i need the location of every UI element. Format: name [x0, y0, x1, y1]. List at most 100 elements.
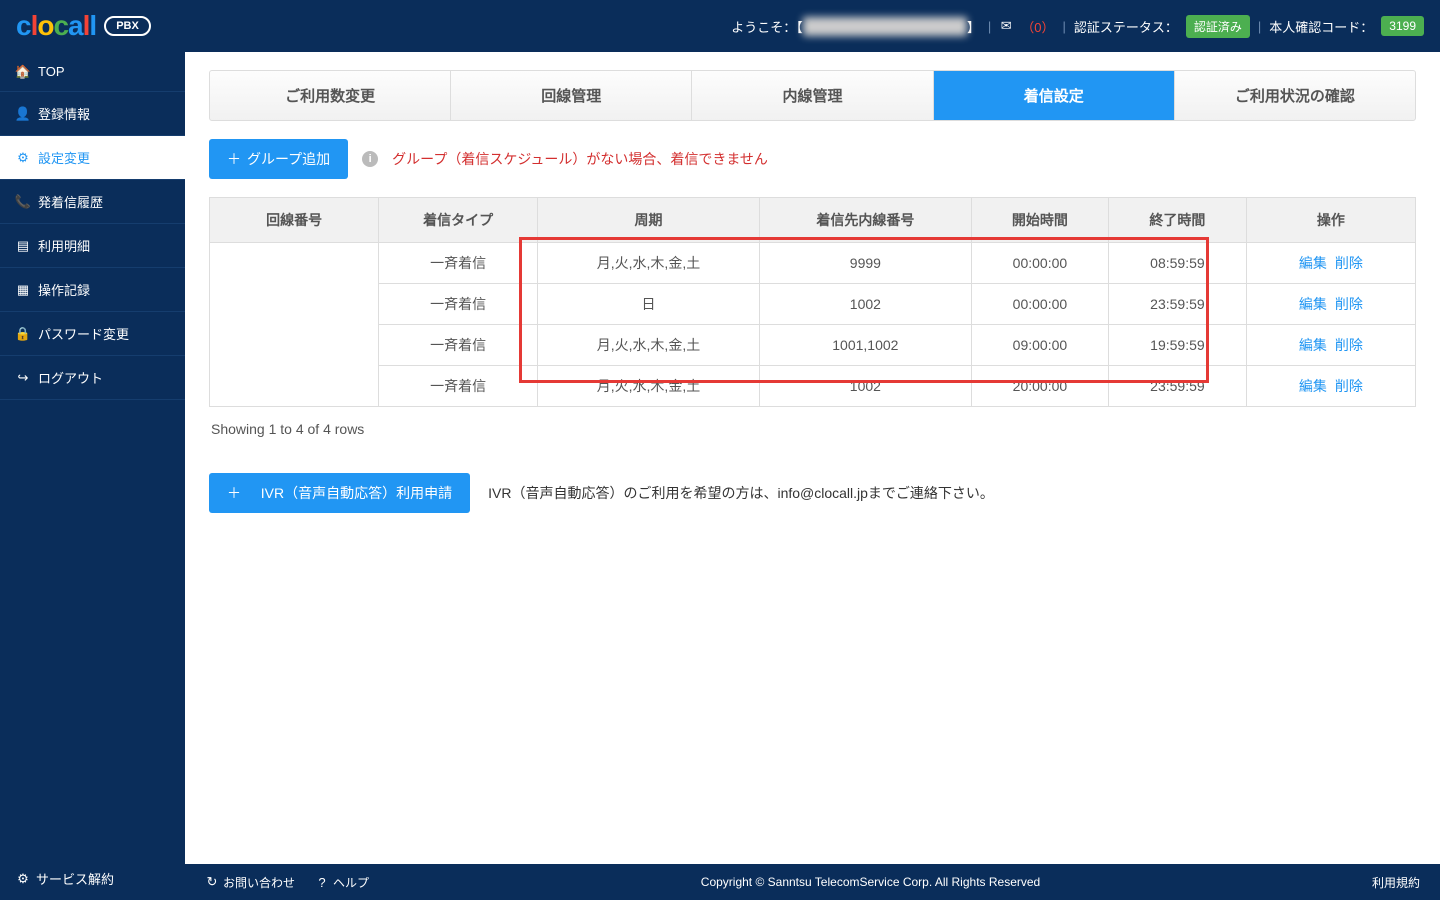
help-icon: ?: [315, 875, 329, 889]
cell-ext: 1001,1002: [760, 325, 972, 366]
th-action: 操作: [1246, 198, 1415, 243]
pbx-badge: PBX: [104, 16, 151, 36]
nav-service-cancel[interactable]: ⚙ サービス解約: [0, 857, 185, 900]
tab-incoming-settings[interactable]: 着信設定: [934, 71, 1175, 120]
home-icon: 🏠: [16, 65, 30, 79]
nav-label: TOP: [38, 64, 65, 79]
th-ext: 着信先内線番号: [760, 198, 972, 243]
edit-link[interactable]: 編集: [1299, 296, 1327, 312]
identity-code-badge: 3199: [1381, 16, 1424, 36]
warning-text: グループ（着信スケジュール）がない場合、着信できません: [392, 149, 768, 169]
pager-text: Showing 1 to 4 of 4 rows: [211, 421, 1414, 437]
cell-start: 09:00:00: [971, 325, 1109, 366]
tab-usage-status[interactable]: ご利用状況の確認: [1175, 71, 1415, 120]
cell-ext: 1002: [760, 366, 972, 407]
identity-label: 本人確認コード：: [1269, 17, 1373, 36]
list-icon: ▤: [16, 239, 30, 253]
cell-end: 23:59:59: [1109, 284, 1247, 325]
cell-end: 23:59:59: [1109, 366, 1247, 407]
delete-link[interactable]: 削除: [1335, 337, 1363, 353]
cell-type: 一斉着信: [379, 325, 538, 366]
footer-terms-link[interactable]: 利用規約: [1372, 874, 1420, 891]
phone-icon: 📞: [16, 195, 30, 209]
cell-type: 一斉着信: [379, 243, 538, 284]
delete-link[interactable]: 削除: [1335, 296, 1363, 312]
table-row: 一斉着信月,火,水,木,金,土100220:00:0023:59:59編集削除: [210, 366, 1416, 407]
nav-usage-detail[interactable]: ▤ 利用明細: [0, 224, 185, 268]
nav-label: ログアウト: [38, 368, 103, 387]
cell-actions: 編集削除: [1246, 284, 1415, 325]
delete-link[interactable]: 削除: [1335, 378, 1363, 394]
logout-icon: ↪: [16, 371, 30, 385]
footer-contact-link[interactable]: ↻ お問い合わせ: [205, 874, 295, 891]
nav-top[interactable]: 🏠 TOP: [0, 52, 185, 92]
cell-end: 19:59:59: [1109, 325, 1247, 366]
welcome-label: ようこそ：【 】: [731, 17, 980, 36]
nav-call-history[interactable]: 📞 発着信履歴: [0, 180, 185, 224]
auth-status-label: 認証ステータス：: [1074, 17, 1178, 36]
cell-line-number: [210, 243, 379, 407]
nav-label: パスワード変更: [38, 324, 129, 343]
cell-start: 00:00:00: [971, 284, 1109, 325]
cell-end: 08:59:59: [1109, 243, 1247, 284]
tab-usage-change[interactable]: ご利用数変更: [210, 71, 451, 120]
nav-settings-change[interactable]: ⚙設定変更: [0, 136, 185, 180]
nav-label: 発着信履歴: [38, 192, 103, 211]
footer: ↻お問い合わせ ?ヘルプ Copyright © Sanntsu Telecom…: [185, 864, 1440, 900]
cell-start: 00:00:00: [971, 243, 1109, 284]
nav-label: 操作記録: [38, 280, 90, 299]
nav-register-info[interactable]: 👤 登録情報: [0, 92, 185, 136]
ivr-apply-button[interactable]: ＋ IVR（音声自動応答）利用申請: [209, 473, 470, 513]
nav-password-change[interactable]: 🔒 パスワード変更: [0, 312, 185, 356]
refresh-icon: ↻: [205, 875, 219, 889]
th-end: 終了時間: [1109, 198, 1247, 243]
cell-actions: 編集削除: [1246, 366, 1415, 407]
cell-cycle: 月,火,水,木,金,土: [537, 325, 759, 366]
edit-link[interactable]: 編集: [1299, 255, 1327, 271]
cell-start: 20:00:00: [971, 366, 1109, 407]
info-icon: i: [362, 151, 378, 167]
tab-line-manage[interactable]: 回線管理: [451, 71, 692, 120]
sidebar: 🏠 TOP 👤 登録情報 ⚙設定変更 📞 発着信履歴 ▤ 利用明細 ▦ 操作記録 🔒 パスワ…: [0, 52, 185, 900]
doc-icon: ▦: [16, 283, 30, 297]
mail-icon[interactable]: ✉: [999, 19, 1013, 33]
gear-icon: ⚙: [16, 151, 30, 165]
nav-operation-log[interactable]: ▦ 操作記録: [0, 268, 185, 312]
cell-cycle: 月,火,水,木,金,土: [537, 366, 759, 407]
mail-count[interactable]: （0）: [1021, 17, 1054, 36]
plus-icon: ＋: [227, 483, 241, 503]
nav-label: 利用明細: [38, 236, 90, 255]
schedule-table: 回線番号 着信タイプ 周期 着信先内線番号 開始時間 終了時間 操作 一斉着信月…: [209, 197, 1416, 407]
footer-help-link[interactable]: ?ヘルプ: [315, 874, 369, 891]
cell-cycle: 日: [537, 284, 759, 325]
add-group-button[interactable]: ＋グループ追加: [209, 139, 348, 179]
tab-extension-manage[interactable]: 内線管理: [692, 71, 933, 120]
tabs: ご利用数変更 回線管理 内線管理 着信設定 ご利用状況の確認: [209, 70, 1416, 121]
table-row: 一斉着信月,火,水,木,金,土999900:00:0008:59:59編集削除: [210, 243, 1416, 284]
link-label: お問い合わせ: [223, 874, 295, 891]
th-start: 開始時間: [971, 198, 1109, 243]
th-line: 回線番号: [210, 198, 379, 243]
nav-label: 登録情報: [38, 104, 90, 123]
nav-label: サービス解約: [36, 869, 114, 888]
ivr-info-text: IVR（音声自動応答）のご利用を希望の方は、info@clocall.jpまでご…: [488, 483, 994, 503]
button-label: IVR（音声自動応答）利用申請: [261, 483, 452, 503]
logo[interactable]: clocall PBX: [16, 10, 151, 42]
cell-type: 一斉着信: [379, 366, 538, 407]
gear-out-icon: ⚙: [16, 872, 30, 886]
cell-actions: 編集削除: [1246, 325, 1415, 366]
button-label: グループ追加: [247, 149, 330, 169]
auth-status-badge: 認証済み: [1186, 15, 1250, 38]
delete-link[interactable]: 削除: [1335, 255, 1363, 271]
edit-link[interactable]: 編集: [1299, 337, 1327, 353]
header: clocall PBX ようこそ：【 】 | ✉ （0） | 認証ステータス： …: [0, 0, 1440, 52]
edit-link[interactable]: 編集: [1299, 378, 1327, 394]
cell-ext: 1002: [760, 284, 972, 325]
lock-icon: 🔒: [16, 327, 30, 341]
cell-actions: 編集削除: [1246, 243, 1415, 284]
cell-ext: 9999: [760, 243, 972, 284]
cell-type: 一斉着信: [379, 284, 538, 325]
nav-logout[interactable]: ↪ ログアウト: [0, 356, 185, 400]
table-row: 一斉着信日100200:00:0023:59:59編集削除: [210, 284, 1416, 325]
user-icon: 👤: [16, 107, 30, 121]
